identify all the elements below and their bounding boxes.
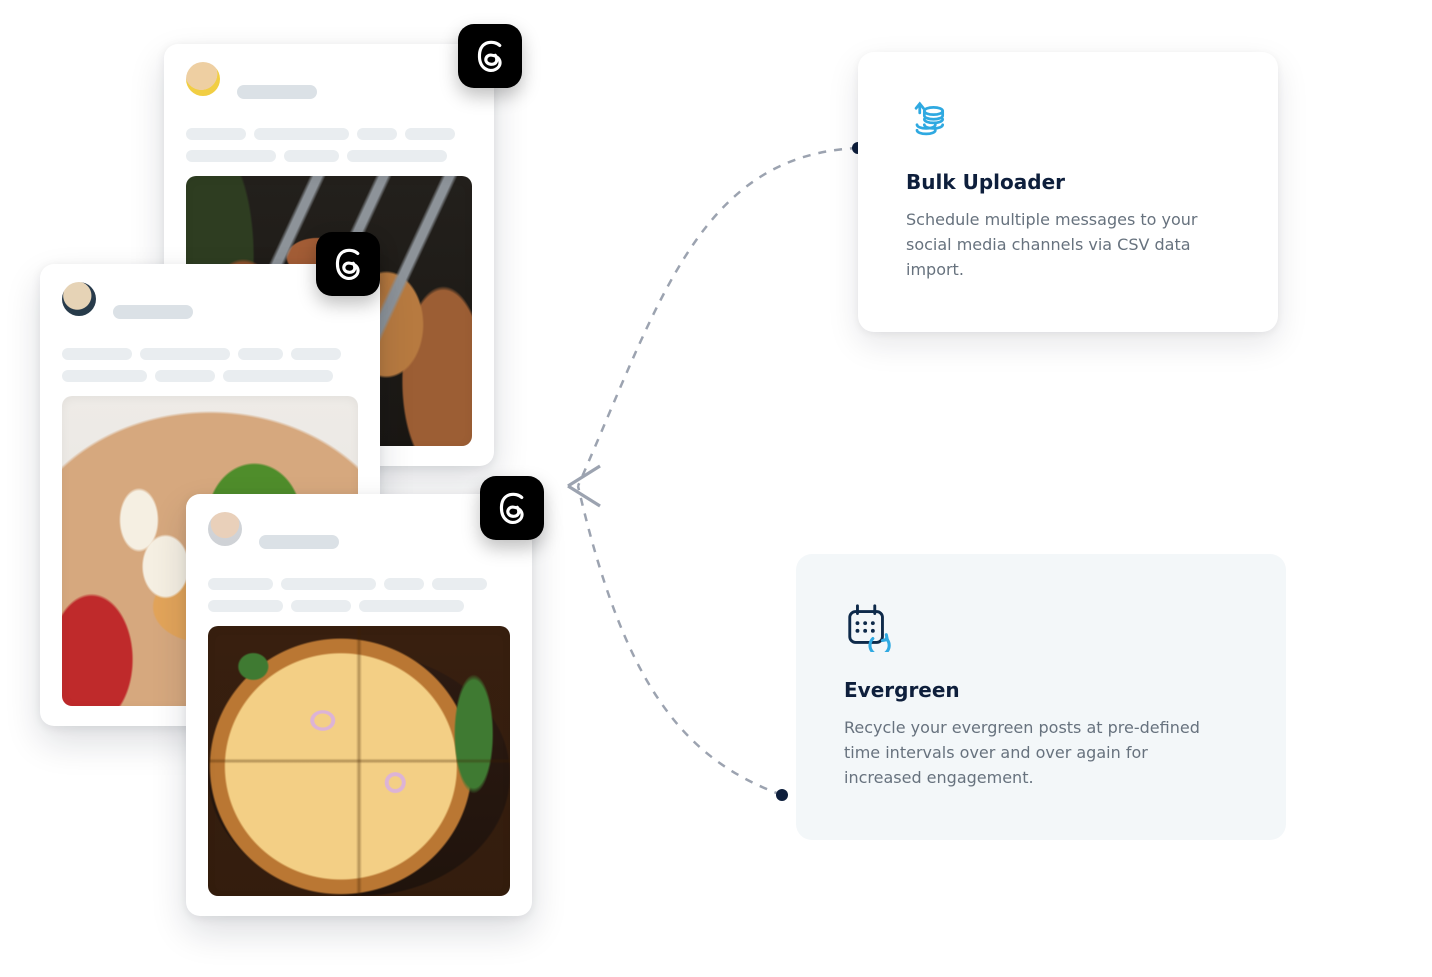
feature-card-evergreen: Evergreen Recycle your evergreen posts a… <box>796 554 1286 840</box>
feature-description: Schedule multiple messages to your socia… <box>906 208 1226 282</box>
feature-card-bulk-uploader: Bulk Uploader Schedule multiple messages… <box>858 52 1278 332</box>
username-skeleton <box>259 535 339 549</box>
avatar <box>186 62 220 96</box>
avatar <box>208 512 242 546</box>
threads-icon <box>458 24 522 88</box>
username-skeleton <box>113 305 193 319</box>
threads-icon <box>480 476 544 540</box>
post-photo <box>208 626 510 896</box>
feature-title: Evergreen <box>844 678 1238 702</box>
threads-icon <box>316 232 380 296</box>
bulk-upload-icon <box>906 100 1230 148</box>
post-card <box>186 494 532 916</box>
feature-diagram: Bulk Uploader Schedule multiple messages… <box>0 0 1432 977</box>
avatar <box>62 282 96 316</box>
feature-description: Recycle your evergreen posts at pre-defi… <box>844 716 1224 790</box>
calendar-refresh-icon <box>844 602 1238 656</box>
feature-title: Bulk Uploader <box>906 170 1230 194</box>
username-skeleton <box>237 85 317 99</box>
